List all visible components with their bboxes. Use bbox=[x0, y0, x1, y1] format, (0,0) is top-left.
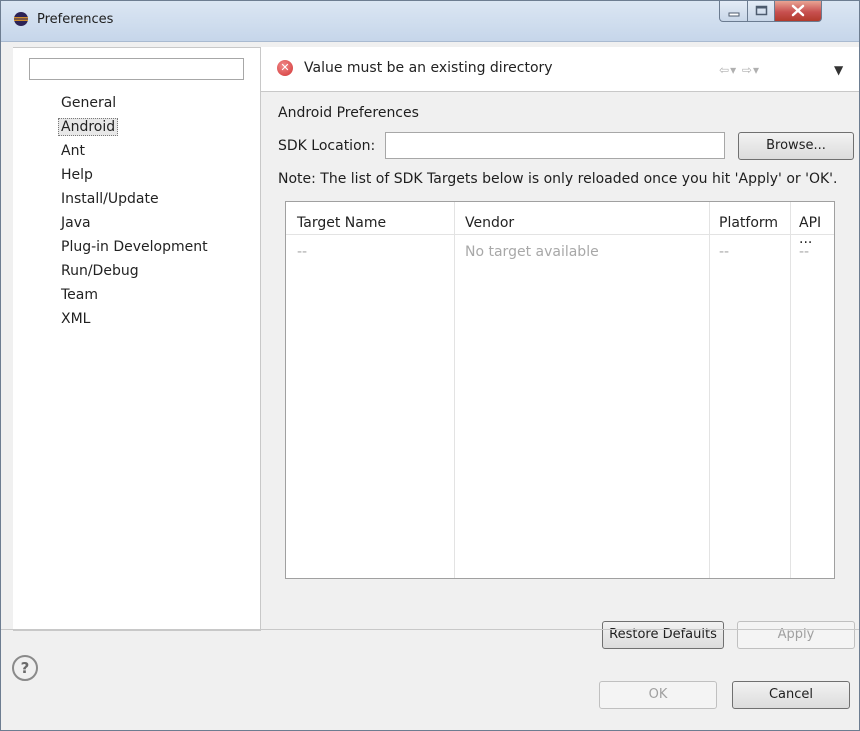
view-menu-icon[interactable]: ▼ bbox=[834, 63, 843, 77]
forward-menu-icon[interactable]: ▾ bbox=[753, 63, 760, 77]
window-title: Preferences bbox=[37, 12, 114, 27]
column-divider[interactable] bbox=[709, 202, 710, 578]
tree-item-help[interactable]: Help bbox=[61, 165, 208, 189]
tree-item-install-update[interactable]: Install/Update bbox=[61, 189, 208, 213]
back-menu-icon[interactable]: ▾ bbox=[730, 63, 737, 77]
tree-item-ant[interactable]: Ant bbox=[61, 141, 208, 165]
table-cell[interactable]: -- bbox=[799, 244, 809, 260]
tree-item-label: Help bbox=[61, 167, 93, 183]
restore-defaults-button[interactable]: Restore Defaults bbox=[602, 621, 724, 649]
tree-item-general[interactable]: General bbox=[61, 93, 208, 117]
column-divider[interactable] bbox=[790, 202, 791, 578]
eclipse-icon bbox=[14, 12, 28, 26]
column-header-api[interactable]: API ... bbox=[799, 215, 834, 247]
minimize-icon bbox=[728, 12, 740, 17]
cancel-button[interactable]: Cancel bbox=[732, 681, 850, 709]
history-nav[interactable]: ⇦▾ ⇨▾ bbox=[719, 63, 760, 77]
sdk-note: Note: The list of SDK Targets below is o… bbox=[278, 171, 838, 187]
apply-button[interactable]: Apply bbox=[737, 621, 855, 649]
column-header-vendor[interactable]: Vendor bbox=[465, 215, 514, 231]
tree-item-label: Java bbox=[61, 215, 91, 231]
footer-divider bbox=[1, 629, 859, 630]
tree-item-label: Team bbox=[61, 287, 99, 303]
maximize-button[interactable] bbox=[747, 1, 776, 22]
tree-item-plugin-development[interactable]: Plug-in Development bbox=[61, 237, 208, 261]
table-cell[interactable]: -- bbox=[297, 244, 307, 260]
maximize-icon bbox=[755, 5, 768, 16]
preferences-window: Preferences General Android Ant Help Ins… bbox=[0, 0, 860, 731]
tree-item-label: Run/Debug bbox=[61, 263, 139, 279]
close-icon bbox=[791, 4, 805, 17]
tree-item-run-debug[interactable]: Run/Debug bbox=[61, 261, 208, 285]
minimize-button[interactable] bbox=[719, 1, 749, 22]
browse-button[interactable]: Browse... bbox=[738, 132, 854, 160]
title-bar[interactable]: Preferences bbox=[1, 1, 859, 42]
column-header-platform[interactable]: Platform bbox=[719, 215, 778, 231]
sdk-location-input[interactable] bbox=[385, 132, 725, 159]
close-button[interactable] bbox=[774, 1, 822, 22]
error-icon: ✕ bbox=[277, 60, 293, 76]
sdk-location-label: SDK Location: bbox=[278, 138, 376, 154]
ok-button[interactable]: OK bbox=[599, 681, 717, 709]
column-divider[interactable] bbox=[454, 202, 455, 578]
table-cell[interactable]: -- bbox=[719, 244, 729, 260]
category-tree: General Android Ant Help Install/Update … bbox=[58, 93, 208, 333]
forward-arrow-icon[interactable]: ⇨ bbox=[742, 63, 753, 77]
tree-item-team[interactable]: Team bbox=[61, 285, 208, 309]
help-icon[interactable]: ? bbox=[12, 655, 38, 681]
filter-input[interactable] bbox=[29, 58, 244, 80]
tree-item-label: Android bbox=[58, 118, 119, 136]
sdk-targets-table[interactable]: Target Name Vendor Platform API ... -- N… bbox=[285, 201, 835, 579]
tree-item-label: General bbox=[61, 95, 117, 111]
tree-item-android[interactable]: Android bbox=[58, 117, 208, 141]
tree-item-java[interactable]: Java bbox=[61, 213, 208, 237]
column-header-target-name[interactable]: Target Name bbox=[297, 215, 386, 231]
page-title: Android Preferences bbox=[278, 105, 419, 121]
tree-item-label: Ant bbox=[61, 143, 85, 159]
table-header-divider bbox=[286, 234, 834, 235]
tree-item-label: Install/Update bbox=[61, 191, 159, 207]
tree-item-xml[interactable]: XML bbox=[61, 309, 208, 333]
back-arrow-icon[interactable]: ⇦ bbox=[719, 63, 730, 77]
tree-item-label: XML bbox=[61, 311, 91, 327]
error-message: Value must be an existing directory bbox=[304, 60, 553, 76]
table-cell[interactable]: No target available bbox=[465, 244, 599, 260]
tree-item-label: Plug-in Development bbox=[61, 239, 208, 255]
